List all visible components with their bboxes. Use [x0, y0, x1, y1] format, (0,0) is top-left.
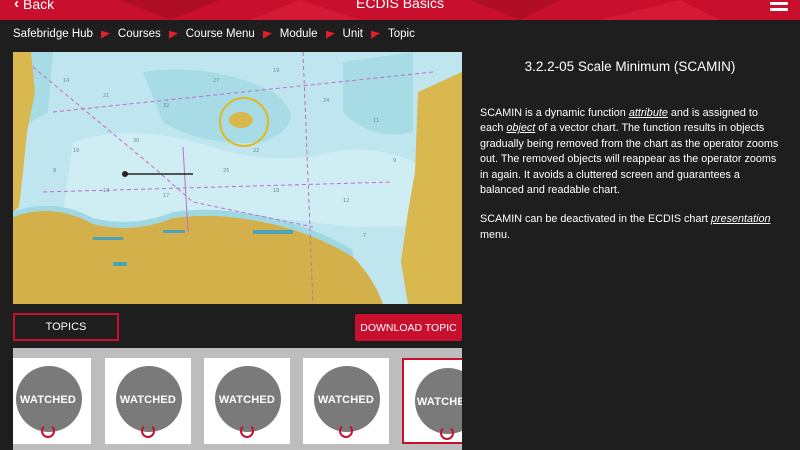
- svg-text:19: 19: [273, 68, 279, 74]
- lesson-paragraph-2: SCAMIN can be deactivated in the ECDIS c…: [480, 213, 771, 241]
- red-arrow-icon: [325, 29, 335, 39]
- svg-text:11: 11: [373, 118, 379, 124]
- svg-text:18: 18: [273, 188, 279, 194]
- progress-ring-icon: [440, 426, 454, 440]
- presentation-link[interactable]: presentation: [711, 213, 770, 225]
- watched-label: WATCHED: [218, 394, 276, 406]
- watched-label: WATCHED: [317, 394, 375, 406]
- attribute-link[interactable]: attribute: [629, 107, 668, 119]
- breadcrumb-courses[interactable]: Courses: [118, 28, 161, 40]
- topic-carousel[interactable]: WATCHED WATCHED WATCHED WATCHED WATCHED: [13, 348, 462, 450]
- watched-label: WATCHED: [416, 396, 462, 408]
- red-arrow-icon: [100, 29, 110, 39]
- svg-text:22: 22: [253, 148, 259, 154]
- topic-card[interactable]: WATCHED: [13, 358, 91, 444]
- nautical-chart-image: 14 21 32 27 19 24 11 16 30 25 18 12 9 13 8 17 22 7: [13, 52, 462, 304]
- breadcrumb: Safebridge Hub Courses Course Menu Modul…: [13, 28, 415, 40]
- svg-text:9: 9: [393, 158, 396, 164]
- breadcrumb-safebridge-hub[interactable]: Safebridge Hub: [13, 28, 93, 40]
- red-arrow-icon: [370, 29, 380, 39]
- topic-card[interactable]: WATCHED: [105, 358, 191, 444]
- progress-ring-icon: [141, 424, 155, 438]
- svg-text:17: 17: [163, 193, 169, 199]
- red-arrow-icon: [168, 29, 178, 39]
- download-topic-button[interactable]: DOWNLOAD TOPIC: [355, 314, 462, 341]
- svg-text:24: 24: [323, 98, 329, 104]
- progress-ring-icon: [41, 424, 55, 438]
- svg-text:27: 27: [213, 78, 219, 84]
- watched-label: WATCHED: [19, 394, 77, 406]
- svg-text:25: 25: [223, 168, 229, 174]
- breadcrumb-module[interactable]: Module: [280, 28, 318, 40]
- svg-text:13: 13: [103, 188, 109, 194]
- svg-text:8: 8: [53, 168, 56, 174]
- svg-text:21: 21: [103, 93, 109, 99]
- lesson-paragraph-1: SCAMIN is a dynamic function attribute a…: [480, 107, 779, 197]
- app-title: ECDIS Basics: [356, 0, 444, 11]
- hamburger-menu-icon[interactable]: [770, 0, 788, 16]
- progress-ring-icon: [339, 424, 353, 438]
- topics-button[interactable]: TOPICS: [13, 313, 119, 341]
- object-link[interactable]: object: [506, 122, 535, 134]
- app-header: ‹ Back ECDIS Basics: [0, 0, 800, 20]
- breadcrumb-unit[interactable]: Unit: [343, 28, 363, 40]
- svg-text:32: 32: [163, 103, 169, 109]
- breadcrumb-course-menu[interactable]: Course Menu: [186, 28, 255, 40]
- svg-text:12: 12: [343, 198, 349, 204]
- svg-text:30: 30: [133, 138, 139, 144]
- lesson-body: SCAMIN is a dynamic function attribute a…: [480, 106, 780, 257]
- red-arrow-icon: [262, 29, 272, 39]
- topic-card-active[interactable]: WATCHED: [402, 358, 462, 444]
- progress-ring-icon: [240, 424, 254, 438]
- svg-text:14: 14: [63, 78, 69, 84]
- watched-label: WATCHED: [119, 394, 177, 406]
- breadcrumb-topic[interactable]: Topic: [388, 28, 415, 40]
- topic-card[interactable]: WATCHED: [204, 358, 290, 444]
- topic-card[interactable]: WATCHED: [303, 358, 389, 444]
- lesson-title: 3.2.2-05 Scale Minimum (SCAMIN): [524, 59, 736, 74]
- svg-text:16: 16: [73, 148, 79, 154]
- svg-text:7: 7: [363, 233, 366, 239]
